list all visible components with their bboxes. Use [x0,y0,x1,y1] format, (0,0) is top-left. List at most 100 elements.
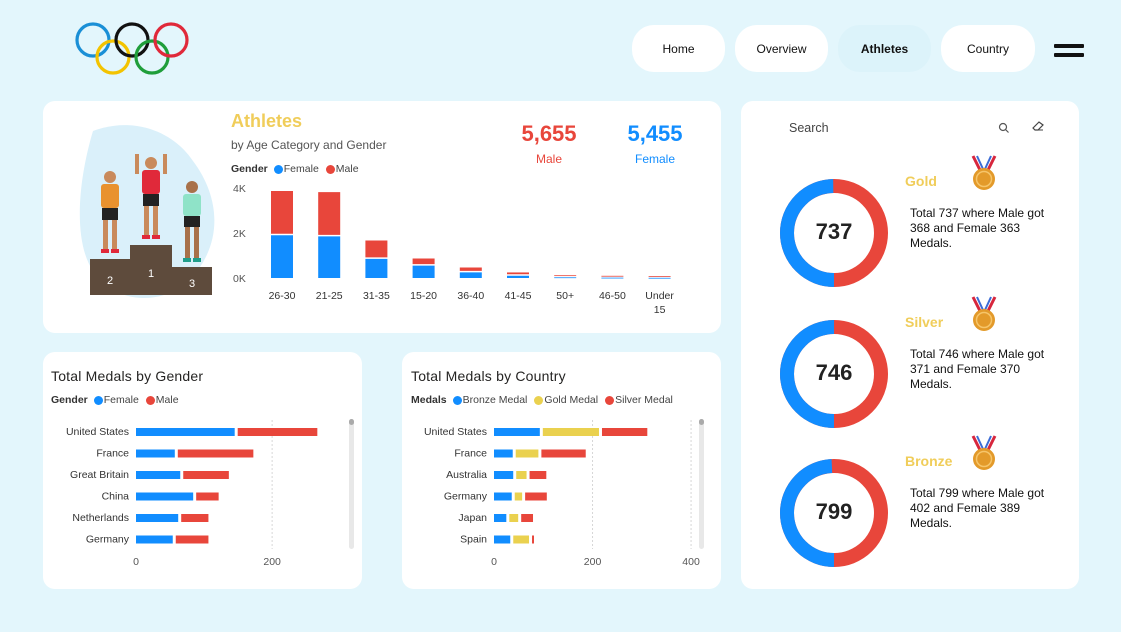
bar-silver-medal [529,471,547,479]
podium-illustration: 2 1 3 [79,125,215,299]
bar-female [459,272,482,278]
y-category-label: Spain [460,534,487,546]
gold-medal-icon [971,155,997,190]
nav-overview-button[interactable]: Overview [735,25,828,72]
bar-male [318,192,341,235]
nav-home-button[interactable]: Home [632,25,725,72]
hamburger-menu-icon[interactable] [1054,44,1084,60]
athletes-subtitle: by Age Category and Gender [231,138,387,152]
silver-total-value: 746 [815,360,853,385]
bar-female [365,258,388,278]
gender-chart-scrollbar[interactable] [349,419,354,549]
legend-bronze[interactable]: Bronze Medal [452,394,527,406]
x-tick-label: 26-30 [269,290,296,302]
bar-gold-medal [516,471,527,479]
legend-gold[interactable]: Gold Medal [534,394,598,406]
y-category-label: Japan [458,512,487,524]
y-category-label: Netherlands [72,512,129,524]
bar-female [136,535,173,544]
bar-bronze-medal [494,428,540,436]
silver-medal-icon [971,296,997,331]
y-category-label: China [102,491,130,503]
nav-country-button[interactable]: Country [941,25,1035,72]
x-tick-label: 0 [491,556,497,568]
search-icon[interactable] [998,122,1010,134]
bar-gold-medal [509,514,519,522]
silver-description: Total 746 where Male got 371 and Female … [910,347,1045,391]
podium-number-2: 2 [107,275,113,287]
x-tick-label: 0 [133,556,139,568]
medals-card: Search 737 Gold Total 737 where Male got 3… [741,101,1079,589]
bar-male [237,428,318,436]
gender-chart-legend: Gender Female Male [51,394,183,406]
bronze-label: Bronze [905,453,953,469]
x-tick-label: 36-40 [457,290,484,302]
bar-gold-medal [542,428,599,436]
bar-female [136,514,179,522]
bar-silver-medal [541,449,586,458]
medals-by-country-title: Total Medals by Country [411,368,566,384]
bar-bronze-medal [494,449,513,458]
bar-male [175,535,209,544]
olympic-rings-logo [75,22,189,75]
bar-female [412,265,435,278]
x-tick-label: 200 [263,556,281,568]
legend-male[interactable]: Male [325,163,359,175]
legend-silver[interactable]: Silver Medal [605,394,673,406]
bar-female [136,492,194,501]
y-category-label: France [96,448,129,460]
bar-male [183,471,229,479]
x-tick-label: 400 [682,556,700,568]
eraser-icon[interactable] [1031,120,1045,132]
y-category-label: Australia [446,469,487,481]
y-category-label: Germany [86,534,130,546]
podium-number-3: 3 [189,278,195,290]
bar-bronze-medal [494,471,514,479]
bar-male [177,449,254,458]
bar-male [601,275,624,277]
nav-athletes-button[interactable]: Athletes [838,25,931,72]
bronze-medal-icon [971,435,997,470]
legend-female[interactable]: Female [93,394,139,406]
female-count-label: Female [634,152,675,166]
y-category-label: France [454,448,487,460]
podium-number-1: 1 [148,268,154,280]
medals-by-gender-card: Total Medals by Gender Gender Female Mal… [43,352,362,589]
legend-title: Gender [51,394,88,406]
gold-total-value: 737 [815,219,853,244]
x-tick-label: 50+ [556,290,574,302]
bar-male [412,258,435,265]
x-tick-label: 46-50 [599,290,626,302]
x-tick-label: 21-25 [316,290,343,302]
legend-title: Gender [231,163,268,175]
bar-silver-medal [532,535,534,544]
medals-by-country-chart: 0 200 400 United States France Australia Germa… [424,420,700,568]
bar-male [554,275,577,277]
bar-gold-medal [513,535,530,544]
bar-female [136,428,235,436]
y-category-label: Germany [444,491,488,503]
legend-male[interactable]: Male [145,394,179,406]
age-chart-legend: Gender Female Male [231,163,363,175]
bar-male [459,267,482,271]
bronze-description: Total 799 where Male got 402 and Female … [910,486,1045,530]
bar-bronze-medal [494,535,511,544]
bar-silver-medal [525,492,547,501]
bar-bronze-medal [494,514,507,522]
legend-female[interactable]: Female [273,163,319,175]
dashboard-canvas: Home Overview Athletes Country 2 1 3 Ath… [0,0,1121,632]
bar-gold-medal [514,492,523,501]
search-input[interactable]: Search [789,121,829,135]
athletes-card: 2 1 3 Athletes by Age Category and Gende… [43,101,721,333]
country-chart-legend: Medals Bronze Medal Gold Medal Silver Me… [411,394,677,406]
bar-bronze-medal [494,492,512,501]
bar-silver-medal [601,428,648,436]
x-tick-label: 200 [584,556,602,568]
medals-by-country-card: Total Medals by Country Medals Bronze Me… [402,352,721,589]
bar-female [136,471,181,479]
bar-silver-medal [521,514,534,522]
bar-female [136,449,175,458]
country-chart-scrollbar[interactable] [699,419,704,549]
y-tick-label: 0K [233,273,246,285]
medals-by-gender-title: Total Medals by Gender [51,368,204,384]
